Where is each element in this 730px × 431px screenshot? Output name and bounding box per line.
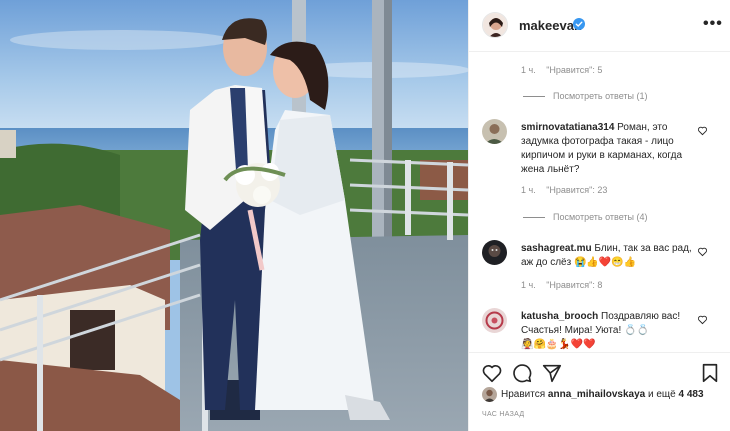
liker-avatar	[482, 387, 497, 402]
post-header: makeevan •••	[469, 0, 730, 52]
comment-emoji-line: 👰🤗🎂💃❤️❤️	[521, 339, 596, 350]
likes-summary[interactable]: Нравится anna_mihailovskaya и ещё 4 483	[482, 385, 722, 403]
comment-likes-count[interactable]: "Нравится": 8	[546, 280, 602, 290]
replies-divider	[523, 95, 545, 97]
comment-time: 1 ч.	[521, 65, 536, 75]
likes-suffix: и ещё	[647, 389, 676, 400]
comments-list[interactable]: 1 ч. "Нравится": 5 Посмотреть ответы (1)…	[469, 53, 730, 352]
more-options-icon[interactable]: •••	[703, 15, 723, 33]
replies-divider	[523, 216, 545, 218]
likes-count[interactable]: 4 483	[678, 389, 703, 400]
view-replies-label: Посмотреть ответы (1)	[553, 91, 648, 101]
comment-like-heart-icon[interactable]	[697, 246, 708, 257]
comment-meta: 1 ч. "Нравится": 5	[521, 65, 610, 75]
commenter-username[interactable]: smirnovatatiana314	[521, 122, 614, 133]
bookmark-icon[interactable]	[699, 362, 721, 384]
post-photo[interactable]	[0, 0, 468, 431]
comment-like-heart-icon[interactable]	[697, 125, 708, 136]
commenter-username[interactable]: sashagreat.mu	[521, 243, 592, 254]
post-side-panel: makeevan ••• 1 ч. "Нравится": 5 Посмотре…	[468, 0, 730, 431]
comment-time: 1 ч.	[521, 185, 536, 195]
post-time-ago[interactable]: ЧАС НАЗАД	[482, 411, 524, 418]
likes-text: Нравится anna_mihailovskaya и ещё 4 483	[501, 389, 704, 400]
comment-like-heart-icon[interactable]	[697, 314, 708, 325]
author-avatar[interactable]	[482, 12, 508, 38]
share-icon[interactable]	[541, 362, 563, 384]
heart-icon[interactable]	[481, 362, 503, 384]
view-replies-button[interactable]: Посмотреть ответы (1)	[523, 91, 648, 101]
view-replies-button[interactable]: Посмотреть ответы (4)	[523, 212, 648, 222]
comment-icon[interactable]	[511, 362, 533, 384]
comment-text: katusha_brooch Поздравляю вас! Счастья! …	[521, 310, 693, 352]
wedding-photo-illustration	[0, 0, 468, 431]
likes-user[interactable]: anna_mihailovskaya	[548, 389, 645, 400]
likes-prefix: Нравится	[501, 389, 546, 400]
verified-badge-icon	[573, 18, 585, 30]
comment-meta: 1 ч. "Нравится": 8	[521, 280, 610, 290]
comment-time: 1 ч.	[521, 280, 536, 290]
comment-likes-count[interactable]: "Нравится": 5	[546, 65, 602, 75]
comment-meta: 1 ч. "Нравится": 23	[521, 185, 615, 195]
comment-text: smirnovatatiana314 Роман, это задумка фо…	[521, 121, 693, 177]
commenter-avatar[interactable]	[482, 240, 507, 265]
commenter-avatar[interactable]	[482, 308, 507, 333]
view-replies-label: Посмотреть ответы (4)	[553, 212, 648, 222]
comment-text: sashagreat.mu Блин, так за вас рад, аж д…	[521, 242, 693, 270]
commenter-username[interactable]: katusha_brooch	[521, 311, 598, 322]
commenter-avatar[interactable]	[482, 119, 507, 144]
comment-likes-count[interactable]: "Нравится": 23	[546, 185, 607, 195]
